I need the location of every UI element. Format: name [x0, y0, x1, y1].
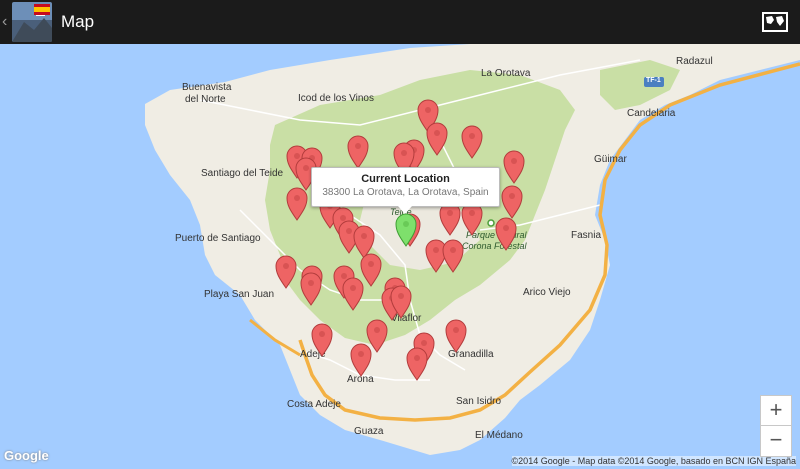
map-pin[interactable] — [286, 187, 308, 221]
map-layers-icon[interactable] — [762, 11, 788, 33]
map-pin[interactable] — [503, 150, 525, 184]
map-pin[interactable] — [347, 135, 369, 169]
app-icon[interactable] — [12, 2, 52, 42]
map-pin[interactable] — [350, 343, 372, 377]
map-pin[interactable] — [300, 272, 322, 306]
park-marker-dot — [487, 219, 495, 227]
popup-subtitle: 38300 La Orotava, La Orotava, Spain — [322, 187, 489, 198]
map-pin[interactable] — [439, 202, 461, 236]
map-pin[interactable] — [353, 225, 375, 259]
map-pin[interactable] — [275, 255, 297, 289]
page-title: Map — [61, 12, 95, 31]
map-pin[interactable] — [426, 122, 448, 156]
map-pin[interactable] — [445, 319, 467, 353]
map-pin[interactable] — [461, 125, 483, 159]
zoom-out-button[interactable]: − — [760, 425, 792, 457]
map-pin[interactable] — [442, 239, 464, 273]
action-bar: ‹ Map — [0, 0, 800, 44]
map-pin[interactable] — [461, 202, 483, 236]
zoom-in-button[interactable]: + — [760, 395, 792, 427]
back-icon[interactable]: ‹ — [2, 13, 12, 31]
map-pin[interactable] — [495, 217, 517, 251]
popup-tail — [398, 206, 412, 214]
map-pin[interactable] — [360, 253, 382, 287]
pin-layer — [275, 99, 525, 381]
map-pin[interactable] — [425, 239, 447, 273]
map-view[interactable]: La Orotava Radazul Buenavista del Norte … — [0, 44, 800, 469]
map-pin[interactable] — [501, 185, 523, 219]
map-pin[interactable] — [406, 347, 428, 381]
map-pin[interactable] — [366, 319, 388, 353]
map-pin[interactable] — [311, 323, 333, 357]
map-pin[interactable] — [342, 277, 364, 311]
location-popup[interactable]: Current Location 38300 La Orotava, La Or… — [311, 167, 500, 214]
popup-title: Current Location — [361, 173, 450, 185]
